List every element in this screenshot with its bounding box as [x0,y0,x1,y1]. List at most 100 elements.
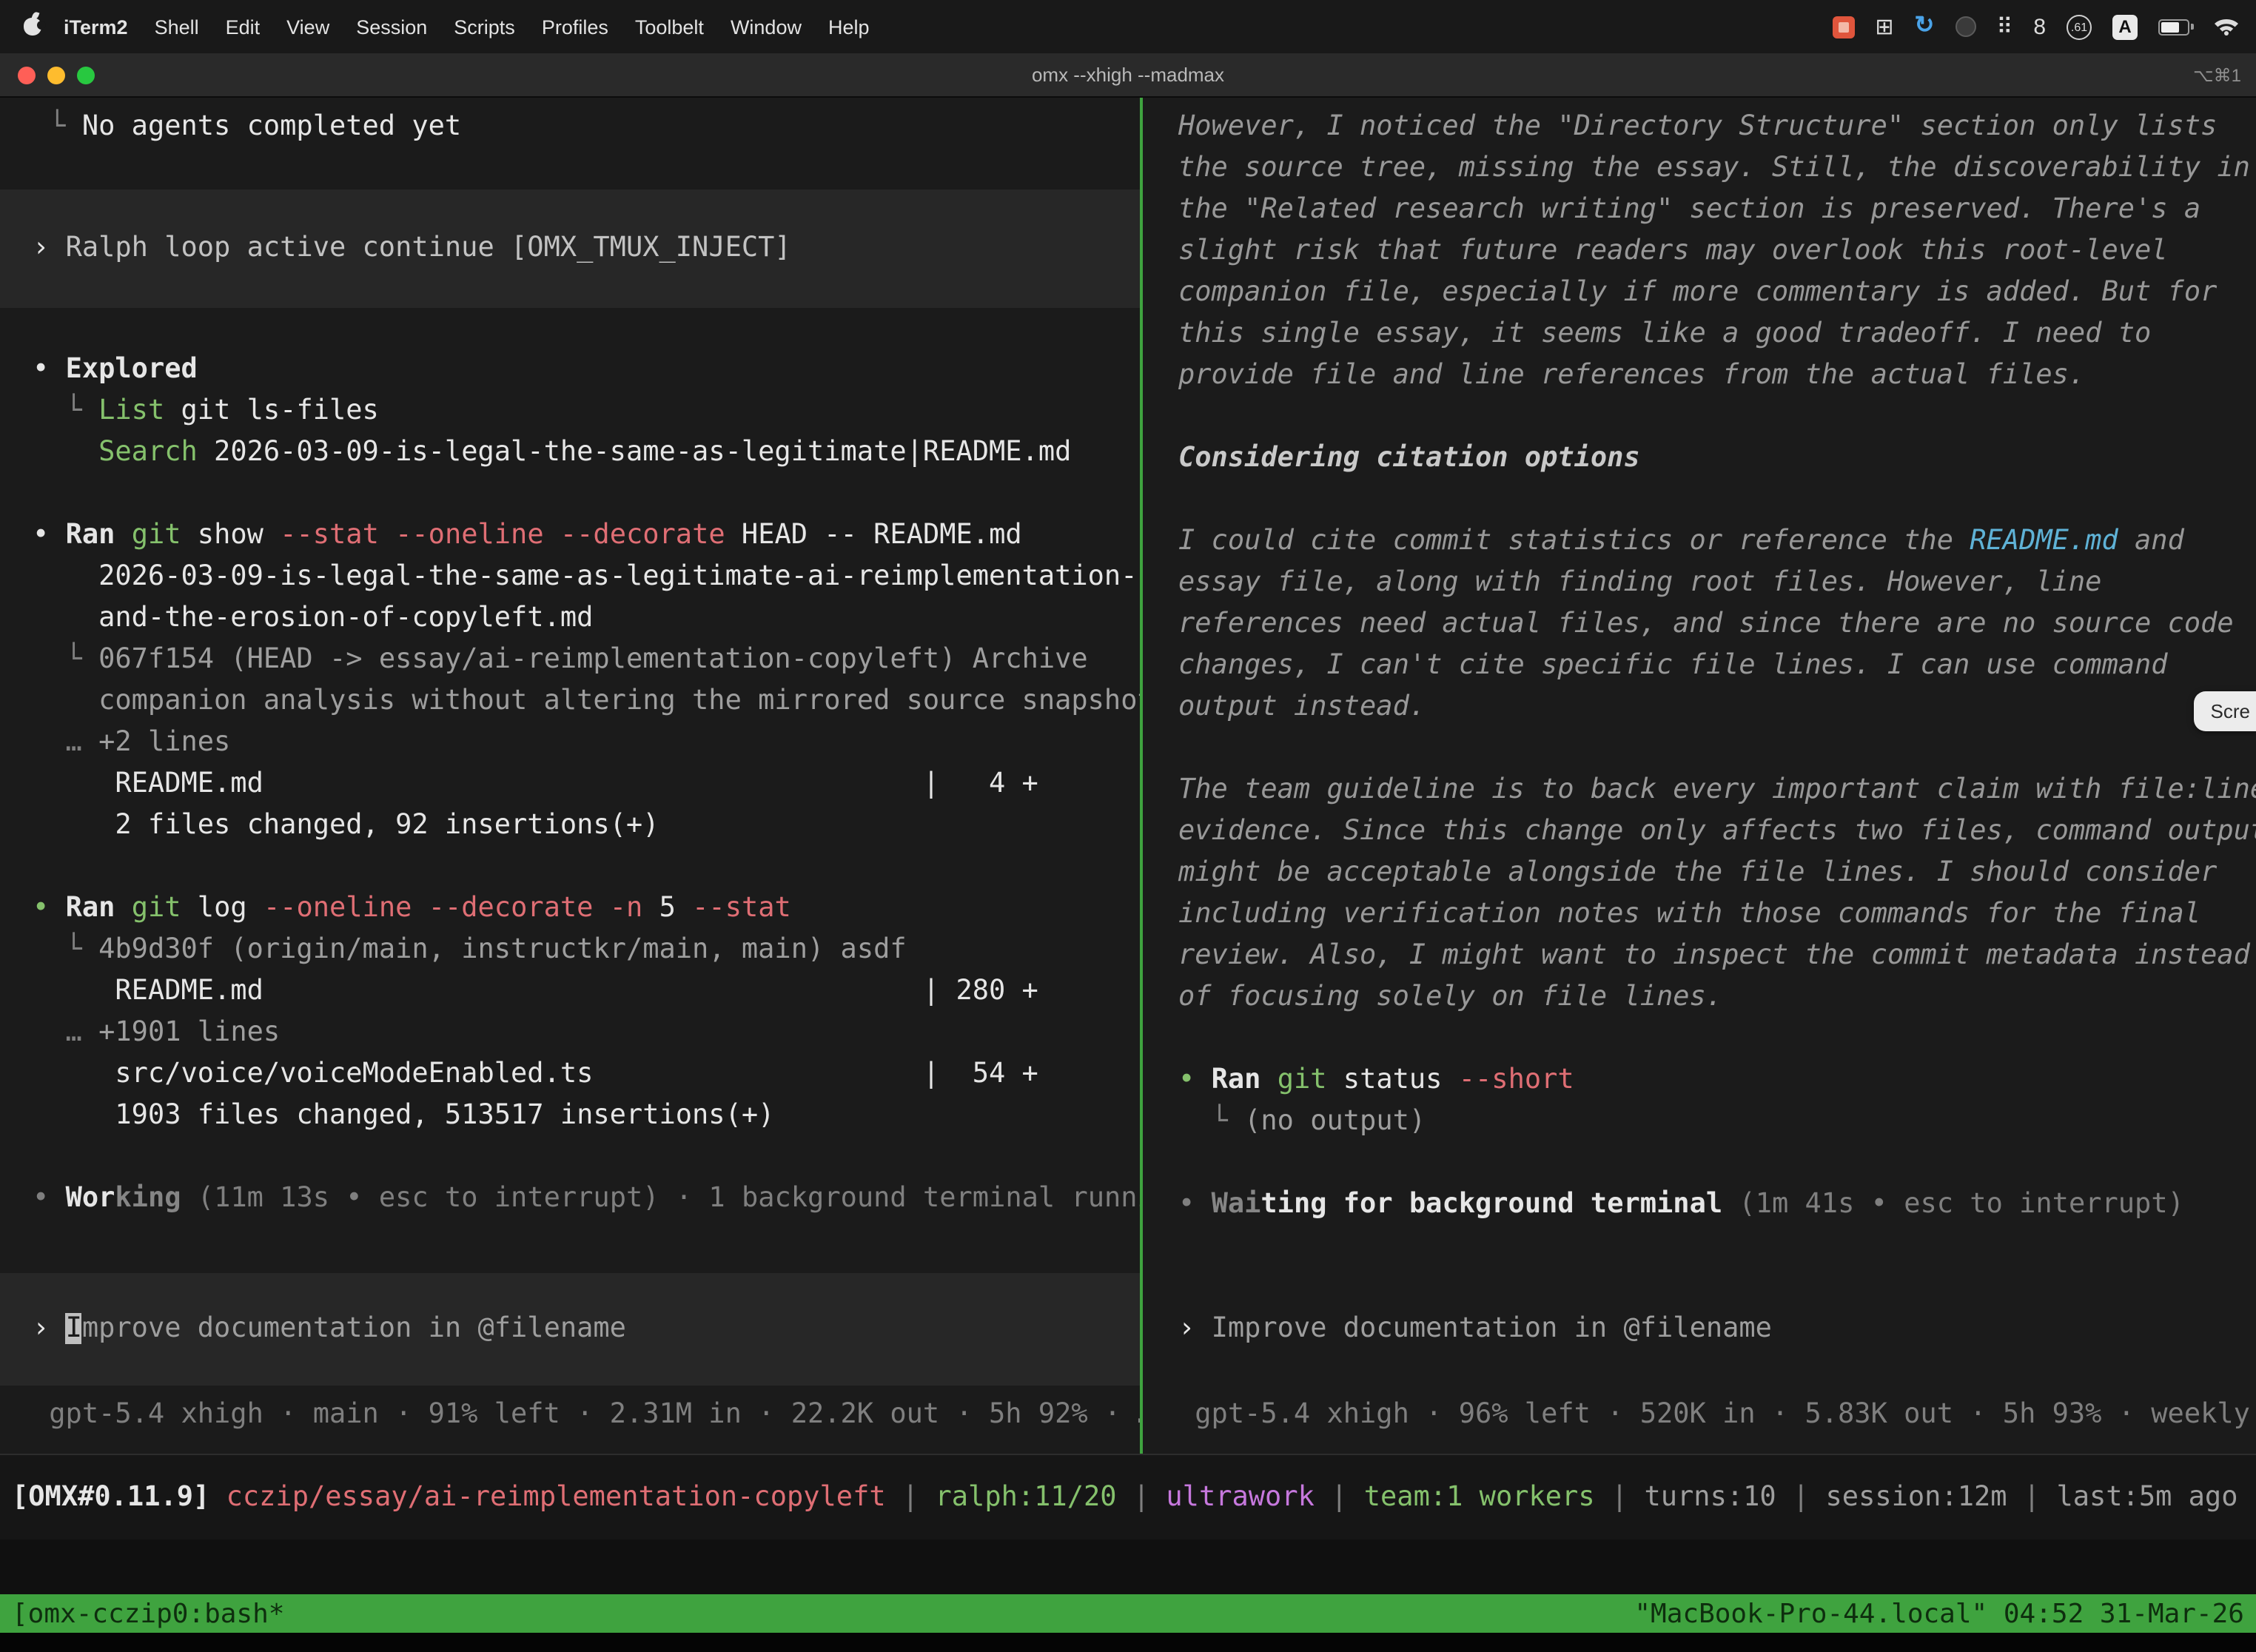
window-titlebar[interactable]: omx --xhigh --madmax ⌥⌘1 [0,53,2256,98]
left-prompt-input[interactable]: › Improve documentation in @filename [0,1273,1140,1386]
window-grid-icon[interactable]: ⊞ [1875,16,1893,38]
text-segment: git [132,520,181,551]
blank-line [1143,1143,2256,1184]
text-segment: ting for background terminal [1260,1189,1722,1220]
window-shortcut: ⌥⌘1 [2193,64,2256,85]
terminal-line: including verification notes with those … [1143,894,2256,936]
text-segment: List [98,395,164,426]
menu-view[interactable]: View [273,16,343,38]
terminal-line: of focusing solely on file lines. [1143,977,2256,1018]
text-segment [33,437,98,468]
text-segment: └ [33,934,98,965]
text-segment: gpt-5.4 xhigh · main · 91% left · 2.31M … [33,1399,1140,1430]
omx-mode: ultrawork [1166,1481,1315,1512]
left-spacer [0,1220,1140,1273]
text-segment: | [1315,1481,1364,1512]
waiting-status-line: • Waiting for background terminal (1m 41… [1143,1184,2256,1226]
right-input-line[interactable]: › Improve documentation in @filename [1143,1309,2256,1350]
text-segment: and [2118,526,2184,557]
screen-recording-icon[interactable] [1832,16,1854,38]
menu-session[interactable]: Session [343,16,440,38]
text-segment: 2026-03-09-is-legal-the-same-as-legitima… [33,561,1138,592]
input-source-icon[interactable]: A [2112,14,2138,39]
terminal-line: references need actual files, and since … [1143,604,2256,645]
left-terminal-content: └ No agents completed yet › Ralph loop a… [0,107,1140,1220]
text-segment [115,520,131,551]
terminal-line: … +1901 lines [0,1013,1140,1054]
text-segment: changes, I can't cite specific file line… [1178,650,2168,681]
dark-app-icon[interactable] [1955,16,1975,37]
blank-line [1143,1018,2256,1060]
text-segment: show [181,520,281,551]
pane-left[interactable]: └ No agents completed yet › Ralph loop a… [0,98,1140,1454]
text-segment: › [33,232,66,263]
tmux-host-clock: "MacBook-Pro-44.local" 04:52 31-Mar-26 [1634,1598,2244,1629]
zoom-button[interactable] [77,66,95,84]
menu-edit[interactable]: Edit [212,16,274,38]
terminal-line: essay file, along with finding root file… [1143,563,2256,604]
text-segment: … [33,727,98,758]
text-segment: +2 lines [98,727,230,758]
menu-profiles[interactable]: Profiles [528,16,622,38]
sync-icon[interactable]: ↻ [1915,15,1935,38]
minimize-button[interactable] [47,66,65,84]
text-segment: (no output) [1244,1106,1426,1137]
tmux-session-label: [omx-cczip0:bash* [12,1598,284,1629]
text-segment: the source tree, missing the essay. Stil… [1178,152,2250,184]
screen-notification-chip[interactable]: Scre [2195,691,2256,731]
text-segment: No agents completed yet [82,111,461,142]
blank-line [0,308,1140,349]
text-segment: Explored [66,354,198,385]
menu-scripts[interactable]: Scripts [440,16,528,38]
text-segment: Ran [66,520,115,551]
dots-grid-icon[interactable]: ⠿ [1996,16,2012,38]
menu-toolbelt[interactable]: Toolbelt [622,16,717,38]
menu-shell[interactable]: Shell [141,16,212,38]
text-segment: evidence. Since this change only affects… [1178,816,2256,847]
text-segment: and-the-erosion-of-copyleft.md [33,602,593,634]
right-prompt-input[interactable]: › Improve documentation in @filename [1143,1273,2256,1386]
text-segment [115,893,131,924]
text-segment: └ [33,395,98,426]
menu-window[interactable]: Window [717,16,815,38]
text-segment: might be acceptable alongside the file l… [1178,857,2217,888]
text-segment: status [1327,1064,1459,1095]
menu-iterm2[interactable]: iTerm2 [50,16,141,38]
blank-line [0,474,1140,515]
text-segment: review. Also, I might want to inspect th… [1178,940,2250,971]
below-strip [0,1633,2256,1652]
battery-icon[interactable] [2158,19,2194,35]
text-segment: README.md | 280 + [33,976,1038,1007]
working-status-line: • Working (11m 13s • esc to interrupt) ·… [0,1178,1140,1220]
terminal-line: README.md | 4 + [0,764,1140,805]
terminal-line: Search 2026-03-09-is-legal-the-same-as-l… [0,432,1140,474]
blank-line [1143,728,2256,770]
apple-menu-icon[interactable] [24,18,41,36]
omx-session: session:12m [1826,1481,2007,1512]
text-segment: Ran [1212,1064,1261,1095]
left-input-line[interactable]: › Improve documentation in @filename [0,1309,1140,1350]
text-segment: • [1178,1189,1212,1220]
thinking-heading: Considering citation options [1143,438,2256,480]
text-segment: companion file, especially if more comme… [1178,277,2217,308]
terminal-line: the source tree, missing the essay. Stil… [1143,148,2256,189]
text-segment: Improve documentation in @filename [1212,1313,1772,1344]
text-segment: • [33,520,66,551]
terminal-line: README.md | 280 + [0,971,1140,1013]
close-button[interactable] [18,66,36,84]
menu-help[interactable]: Help [815,16,883,38]
text-segment: references need actual files, and since … [1178,608,2234,639]
text-segment: └ [33,644,98,675]
terminal-line: 2026-03-09-is-legal-the-same-as-legitima… [0,557,1140,598]
text-segment: of focusing solely on file lines. [1178,981,1722,1013]
battery-percent-icon[interactable]: .61 [2067,14,2092,39]
terminal-line: The team guideline is to back every impo… [1143,770,2256,811]
text-segment: 5 [642,893,692,924]
omx-turns: turns:10 [1644,1481,1776,1512]
wifi-icon[interactable] [2215,18,2238,36]
pane-right[interactable]: However, I noticed the "Directory Struct… [1143,98,2256,1454]
text-segment: 1903 files changed, 513517 insertions(+) [33,1100,774,1131]
text-segment: Ralph loop active continue [OMX_TMUX_INJ… [66,232,791,263]
key-8-icon[interactable]: 8 [2033,16,2046,38]
text-segment: the "Related research writing" section i… [1178,194,2200,225]
